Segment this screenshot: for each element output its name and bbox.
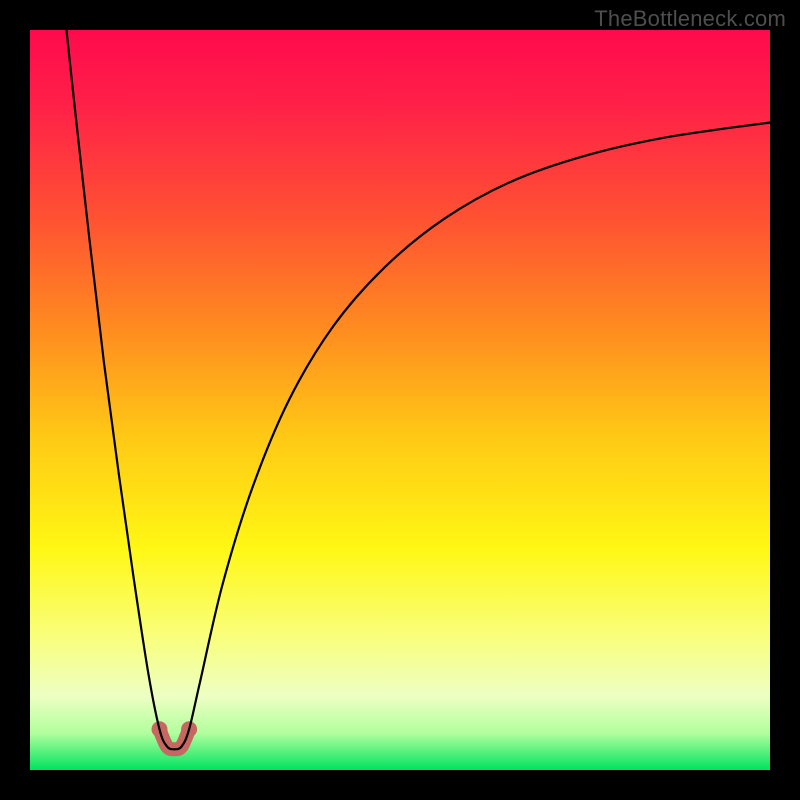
chart-frame: TheBottleneck.com (0, 0, 800, 800)
watermark-label: TheBottleneck.com (594, 6, 786, 32)
plot-area (30, 30, 770, 770)
gradient-background (30, 30, 770, 770)
